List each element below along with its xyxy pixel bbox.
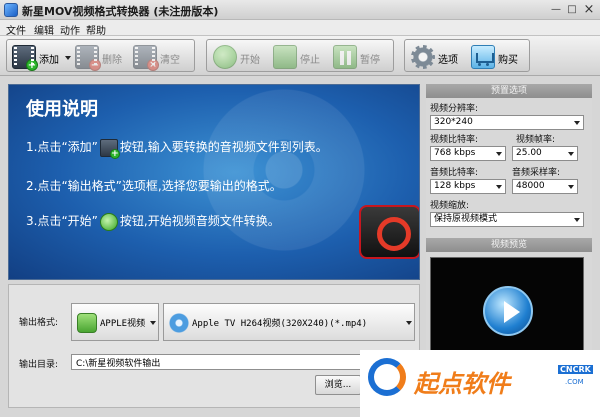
audio-bitrate-select[interactable]: 128 kbps <box>430 179 506 194</box>
cart-icon <box>471 45 495 69</box>
chevron-down-icon[interactable] <box>494 149 503 158</box>
video-bitrate-select[interactable]: 768 kbps <box>430 146 506 161</box>
device-select[interactable]: APPLE视频 <box>71 303 159 341</box>
menu-action[interactable]: 动作 <box>60 22 80 37</box>
chevron-down-icon[interactable] <box>566 149 575 158</box>
options-button[interactable]: 选项 <box>411 44 467 70</box>
watermark: 起点软件 CNCRK .COM <box>360 350 600 417</box>
add-button[interactable]: + 添加 <box>12 44 72 71</box>
clear-button[interactable]: × 清空 <box>133 44 189 71</box>
output-dir-label: 输出目录: <box>19 360 59 370</box>
video-bitrate-label: 视频比特率: <box>430 135 479 145</box>
film-add-icon: + <box>99 138 120 159</box>
film-add-icon: + <box>12 45 38 71</box>
title-bar: 新星MOV视频格式转换器 (未注册版本) — □ × <box>0 0 600 20</box>
preview-header: 视频预览 <box>426 238 592 252</box>
watermark-com: .COM <box>565 378 584 386</box>
start-button[interactable]: 开始 <box>213 44 269 70</box>
framerate-select[interactable]: 25.00 <box>512 146 578 161</box>
watermark-text: 起点软件 <box>414 370 510 398</box>
apple-device-icon <box>77 313 97 333</box>
video-preview <box>430 257 584 363</box>
scale-select[interactable]: 保持原视频模式 <box>430 212 584 227</box>
instructions-title: 使用说明 <box>26 99 98 120</box>
film-clear-icon: × <box>133 45 159 71</box>
browse-button[interactable]: 浏览... <box>315 375 361 395</box>
buy-button[interactable]: 购买 <box>471 44 527 70</box>
output-format-label: 输出格式: <box>19 318 59 328</box>
samplerate-label: 音频采样率: <box>512 168 561 178</box>
output-dir-input[interactable] <box>71 354 361 370</box>
instructions-banner: 使用说明 1.点击“添加” + 按钮,输入要转换的音视频文件到列表。 2.点击“输出… <box>8 84 420 280</box>
chevron-down-icon[interactable] <box>406 321 412 325</box>
pause-icon <box>333 45 357 69</box>
minimize-icon[interactable]: — <box>548 3 564 17</box>
pause-button[interactable]: 暂停 <box>333 44 389 70</box>
maximize-icon[interactable]: □ <box>564 3 580 17</box>
format-select[interactable]: Apple TV H264视频(320X240)(*.mp4) <box>163 303 415 341</box>
stop-icon <box>273 45 297 69</box>
resolution-select[interactable]: 320*240 <box>430 115 584 130</box>
refresh-icon <box>99 212 118 231</box>
chevron-down-icon[interactable] <box>572 118 581 127</box>
close-icon[interactable]: × <box>581 3 597 17</box>
toolbar: + 添加 − 删除 × 清空 开始 停止 暂停 选项 购买 <box>0 36 600 76</box>
quicktime-icon <box>359 205 419 259</box>
chevron-down-icon[interactable] <box>494 182 503 191</box>
menu-edit[interactable]: 编辑 <box>34 22 54 37</box>
watermark-sub: CNCRK <box>558 365 593 374</box>
chevron-down-icon[interactable] <box>65 56 71 60</box>
chevron-down-icon[interactable] <box>572 215 581 224</box>
framerate-label: 视频帧率: <box>516 135 556 145</box>
gear-icon <box>411 45 435 69</box>
instruction-step-1: 1.点击“添加” + 按钮,输入要转换的音视频文件到列表。 <box>26 138 328 159</box>
menu-bar: 文件 编辑 动作 帮助 <box>0 20 600 37</box>
watermark-logo-icon <box>368 358 406 396</box>
samplerate-select[interactable]: 48000 <box>512 179 578 194</box>
film-remove-icon: − <box>75 45 101 71</box>
chevron-down-icon[interactable] <box>150 321 156 325</box>
convert-group: 开始 停止 暂停 <box>206 39 394 72</box>
preset-header: 预置选项 <box>426 84 592 98</box>
menu-help[interactable]: 帮助 <box>86 22 106 37</box>
instruction-step-2: 2.点击“输出格式”选项框,选择您要输出的格式。 <box>26 179 282 193</box>
refresh-icon <box>213 45 237 69</box>
instruction-step-3: 3.点击“开始” 按钮,开始视频音频文件转换。 <box>26 212 280 231</box>
output-panel: 输出格式: APPLE视频 Apple TV H264视频(320X240)(*… <box>8 284 420 408</box>
stop-button[interactable]: 停止 <box>273 44 329 70</box>
apple-tv-icon <box>169 313 189 333</box>
delete-button[interactable]: − 删除 <box>75 44 131 71</box>
misc-group: 选项 购买 <box>404 39 530 72</box>
resolution-label: 视频分辨率: <box>430 104 479 114</box>
window-title: 新星MOV视频格式转换器 (未注册版本) <box>22 5 219 18</box>
play-icon[interactable] <box>483 286 533 336</box>
audio-bitrate-label: 音频比特率: <box>430 168 479 178</box>
menu-file[interactable]: 文件 <box>6 22 26 37</box>
app-icon <box>4 3 18 17</box>
chevron-down-icon[interactable] <box>566 182 575 191</box>
file-group: + 添加 − 删除 × 清空 <box>6 39 195 72</box>
scale-label: 视频缩放: <box>430 201 470 211</box>
